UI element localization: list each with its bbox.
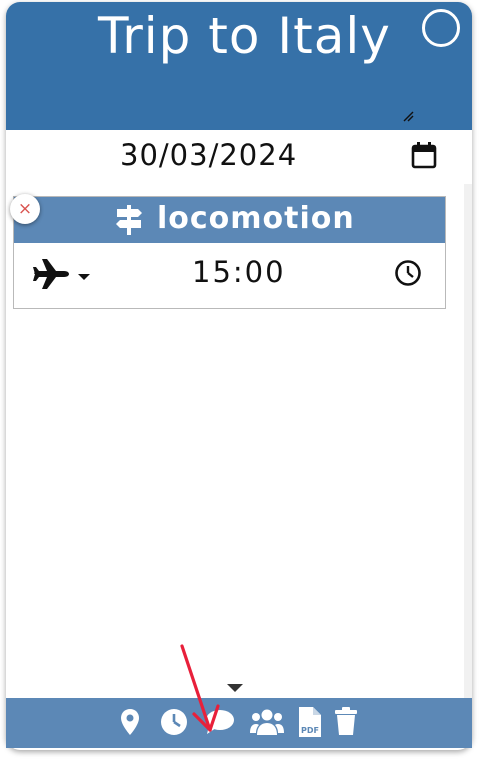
trip-title[interactable]: Trip to Italy — [98, 4, 391, 68]
scrollbar-track[interactable] — [464, 184, 472, 699]
locomotion-block: locomotion — [13, 196, 446, 309]
add-block-caret-icon[interactable] — [226, 683, 244, 693]
svg-text:PDF: PDF — [301, 726, 319, 735]
clock-icon[interactable] — [394, 259, 422, 287]
remove-block-button[interactable]: × — [10, 194, 40, 224]
map-pin-icon[interactable] — [120, 708, 140, 736]
block-title: locomotion — [157, 201, 355, 236]
block-time[interactable]: 15:00 — [192, 255, 286, 289]
trash-icon[interactable] — [334, 706, 358, 736]
block-header: locomotion — [14, 197, 445, 243]
plane-icon[interactable] — [32, 258, 70, 290]
toolbar-footer: PDF — [6, 698, 472, 748]
users-icon[interactable] — [250, 708, 284, 736]
pdf-icon[interactable]: PDF — [297, 706, 323, 738]
resize-handle-icon[interactable] — [402, 110, 414, 122]
calendar-icon[interactable] — [410, 140, 438, 170]
trip-header: Trip to Italy — [6, 2, 472, 130]
signpost-icon — [116, 205, 142, 235]
status-circle-icon[interactable] — [422, 9, 460, 47]
trip-card: Trip to Italy — [6, 2, 472, 750]
annotation-arrow — [180, 644, 220, 732]
trip-date[interactable]: 30/03/2024 — [120, 138, 297, 172]
transport-dropdown-caret-icon[interactable] — [78, 273, 90, 281]
